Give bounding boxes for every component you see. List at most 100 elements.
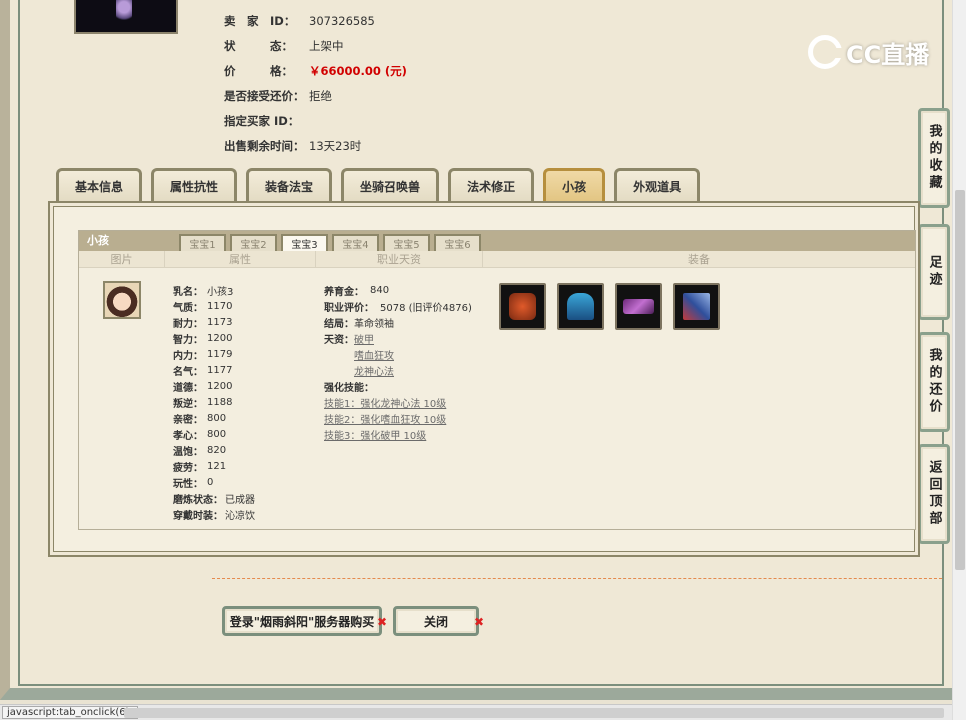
subtab-baby-1[interactable]: 宝宝1 xyxy=(179,234,226,251)
attribute-value: 820 xyxy=(207,444,227,456)
divider xyxy=(212,578,942,579)
footprint-button[interactable]: 足迹 xyxy=(918,224,950,320)
equipment-list xyxy=(499,283,720,330)
seller-info-row: 出售剩余时间： 13天23时 xyxy=(224,133,407,158)
child-career: 养育金： 840 职业评价： 5078 (旧评价4876) 结局： 革命领袖 天资：破… xyxy=(324,282,472,442)
rating-label: 职业评价： xyxy=(324,302,374,314)
attribute-label: 乳名： xyxy=(173,286,203,298)
col-head-attributes: 属性 xyxy=(165,251,316,267)
col-head-equipment: 装备 xyxy=(688,253,710,266)
tab-0[interactable]: 基本信息 xyxy=(56,168,143,202)
upbringing-value: 840 xyxy=(370,284,390,296)
col-head-image: 图片 xyxy=(79,251,165,267)
red-armor-icon[interactable] xyxy=(499,283,546,330)
seller-info-row: 是否接受还价： 拒绝 xyxy=(224,83,407,108)
seller-info-value: 13天23时 xyxy=(309,138,362,153)
attribute-row: 疲劳： 121 xyxy=(173,458,255,474)
seller-info-value: 307326585 xyxy=(309,13,375,28)
attribute-row: 玩性： 0 xyxy=(173,474,255,490)
skills-label: 强化技能： xyxy=(324,382,374,394)
attribute-value: 121 xyxy=(207,460,227,472)
subtab-baby-6[interactable]: 宝宝6 xyxy=(434,234,481,251)
purple-scroll-icon[interactable] xyxy=(615,283,662,330)
seller-info-row: 卖 家 ID： 307326585 xyxy=(224,8,407,33)
attribute-label: 名气： xyxy=(173,366,203,378)
child-panel-title: 小孩 xyxy=(87,234,109,247)
skill-link[interactable]: 技能3：强化破甲 10级 xyxy=(324,427,426,442)
attribute-row: 叛逆： 1188 xyxy=(173,394,255,410)
attribute-value: 1200 xyxy=(207,380,233,392)
close-button[interactable]: 关闭 ✖ xyxy=(393,606,484,636)
cc-live-logo: CC直播 xyxy=(808,34,938,70)
tab-4[interactable]: 法术修正 xyxy=(448,168,535,202)
seller-info-label: 出售剩余时间： xyxy=(224,138,305,153)
child-subtab-bar: 小孩 宝宝1 宝宝2 宝宝3 宝宝4 宝宝5 宝宝6 xyxy=(79,231,915,251)
attribute-label: 磨炼状态： xyxy=(173,494,223,506)
status-bar: javascript:tab_onclick(6); xyxy=(0,704,952,720)
attribute-label: 道德： xyxy=(173,382,203,394)
scroll-thumb[interactable] xyxy=(955,190,965,570)
attribute-row: 道德： 1200 xyxy=(173,378,255,394)
attribute-row: 温饱： 820 xyxy=(173,442,255,458)
seller-info-label: 是否接受还价： xyxy=(224,88,305,103)
talent-link[interactable]: 破甲 xyxy=(354,331,374,346)
close-x-icon: ✖ xyxy=(376,615,387,629)
attribute-value: 已成器 xyxy=(225,494,255,506)
attribute-value: 1177 xyxy=(207,364,233,376)
attribute-row: 磨炼状态： 已成器 xyxy=(173,490,255,506)
rating-value: 5078 (旧评价4876) xyxy=(380,302,472,314)
tab-6[interactable]: 外观道具 xyxy=(614,168,701,202)
tab-2[interactable]: 装备法宝 xyxy=(246,168,333,202)
attribute-row: 孝心： 800 xyxy=(173,426,255,442)
login-purchase-button[interactable]: 登录"烟雨斜阳"服务器购买 ✖ xyxy=(222,606,387,636)
seller-info: 卖 家 ID： 307326585 状 态： 上架中价 格： ￥66000.00 (元)… xyxy=(224,8,407,158)
back-to-top-button[interactable]: 返回顶部 xyxy=(918,444,950,544)
blue-weapon-icon[interactable] xyxy=(673,283,720,330)
attribute-label: 孝心： xyxy=(173,430,203,442)
subtab-baby-5[interactable]: 宝宝5 xyxy=(383,234,430,251)
seller-info-row: 价 格： ￥66000.00 (元) xyxy=(224,58,407,83)
my-offers-button[interactable]: 我的还价 xyxy=(918,332,950,432)
attribute-label: 耐力： xyxy=(173,318,203,330)
attribute-label: 玩性： xyxy=(173,478,203,490)
ending-value: 革命领袖 xyxy=(354,318,394,330)
horizontal-scrollbar[interactable] xyxy=(124,708,944,718)
talent-label: 天资： xyxy=(324,334,354,346)
tab-3[interactable]: 坐骑召唤兽 xyxy=(341,168,440,202)
attribute-label: 疲劳： xyxy=(173,462,203,474)
attribute-row: 亲密： 800 xyxy=(173,410,255,426)
seller-info-row: 指定买家 ID： xyxy=(224,108,407,133)
attribute-label: 温饱： xyxy=(173,446,203,458)
character-avatar xyxy=(74,0,178,34)
attribute-row: 内力： 1179 xyxy=(173,346,255,362)
skill-link[interactable]: 技能1：强化龙神心法 10级 xyxy=(324,395,446,410)
attribute-label: 气质： xyxy=(173,302,203,314)
subtab-baby-2[interactable]: 宝宝2 xyxy=(230,234,277,251)
favorites-button[interactable]: 我的收藏 xyxy=(918,108,950,208)
subtab-baby-4[interactable]: 宝宝4 xyxy=(332,234,379,251)
talent-link[interactable]: 龙神心法 xyxy=(354,363,394,378)
vertical-scrollbar[interactable] xyxy=(952,0,966,720)
skill-link[interactable]: 技能2：强化嗜血狂攻 10级 xyxy=(324,411,446,426)
attribute-value: 1188 xyxy=(207,396,233,408)
tab-5[interactable]: 小孩 xyxy=(543,168,606,202)
seller-info-row: 状 态： 上架中 xyxy=(224,33,407,58)
attribute-value: 1170 xyxy=(207,300,233,312)
attribute-value: 小孩3 xyxy=(207,286,234,298)
talent-link[interactable]: 嗜血狂攻 xyxy=(354,347,394,362)
attribute-row: 穿戴时装： 沁凉饮 xyxy=(173,506,255,522)
tab-1[interactable]: 属性抗性 xyxy=(151,168,238,202)
blue-robe-icon[interactable] xyxy=(557,283,604,330)
attribute-value: 1179 xyxy=(207,348,233,360)
attribute-row: 耐力： 1173 xyxy=(173,314,255,330)
status-text: javascript:tab_onclick(6); xyxy=(2,706,138,719)
child-portrait xyxy=(103,281,141,319)
attribute-row: 乳名： 小孩3 xyxy=(173,282,255,298)
child-detail-box: 小孩 宝宝1 宝宝2 宝宝3 宝宝4 宝宝5 宝宝6 图片 属性 职业天资 装备 乳名： 小… xyxy=(78,230,916,530)
child-attributes: 乳名： 小孩3 气质： 1170 耐力： 1173 智力： 1200 内力： 1179 名气： 117… xyxy=(173,282,255,522)
seller-info-label: 价 格： xyxy=(224,63,293,78)
attribute-row: 智力： 1200 xyxy=(173,330,255,346)
subtab-baby-3[interactable]: 宝宝3 xyxy=(281,234,328,251)
child-panel: 小孩 宝宝1 宝宝2 宝宝3 宝宝4 宝宝5 宝宝6 图片 属性 职业天资 装备 乳名： 小… xyxy=(48,201,920,557)
attribute-label: 穿戴时装： xyxy=(173,510,223,522)
